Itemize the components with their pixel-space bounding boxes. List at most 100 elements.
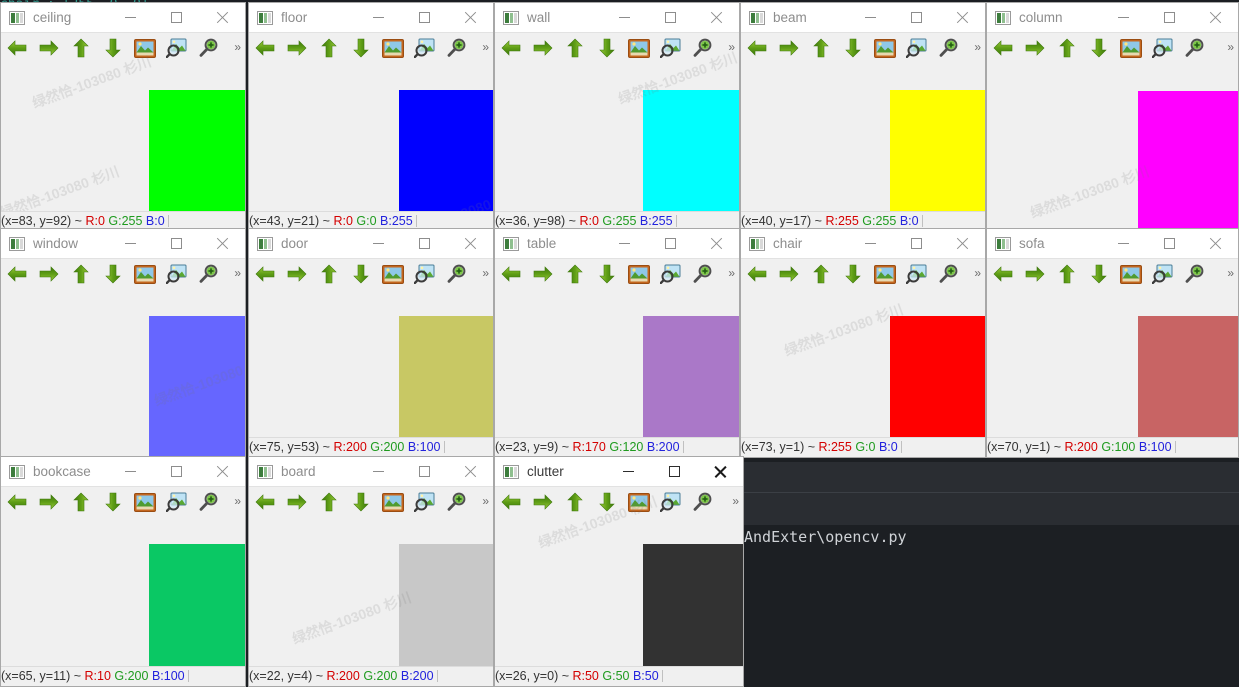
back-arrow-icon[interactable] (741, 261, 773, 287)
close-button[interactable] (199, 457, 245, 487)
back-arrow-icon[interactable] (1, 261, 33, 287)
minimize-button[interactable] (601, 3, 647, 33)
title-bar[interactable]: beam (741, 3, 985, 33)
maximize-button[interactable] (401, 3, 447, 33)
image-viewer-window-table[interactable]: table » 绿然恰-103080 杉川(x=23, y=9) ~ R:170 G… (494, 228, 740, 458)
close-button[interactable] (939, 3, 985, 33)
zoom-fit-icon[interactable] (1147, 35, 1179, 61)
image-viewer-window-door[interactable]: door » (x=75, y=53) ~ R:200 G:200 B:100 (248, 228, 494, 458)
zoom-fit-icon[interactable] (409, 261, 441, 287)
forward-arrow-icon[interactable] (33, 35, 65, 61)
zoom-fit-icon[interactable] (161, 261, 193, 287)
up-arrow-icon[interactable] (559, 489, 591, 515)
toolbar-overflow-button[interactable]: » (482, 266, 489, 280)
maximize-button[interactable] (893, 229, 939, 259)
down-arrow-icon[interactable] (345, 35, 377, 61)
forward-arrow-icon[interactable] (527, 489, 559, 515)
toolbar-overflow-button[interactable]: » (234, 494, 241, 508)
back-arrow-icon[interactable] (1, 489, 33, 515)
title-bar[interactable]: column (987, 3, 1238, 33)
close-button[interactable] (697, 457, 743, 487)
minimize-button[interactable] (1100, 229, 1146, 259)
image-canvas[interactable]: 绿然恰-103080 杉川 (495, 49, 739, 231)
image-viewer-window-floor[interactable]: floor » 绿然恰-103080 杉川(x=43, y=21) ~ R:0 G:… (248, 2, 494, 232)
maximize-button[interactable] (401, 457, 447, 487)
image-icon[interactable] (1115, 261, 1147, 287)
forward-arrow-icon[interactable] (773, 35, 805, 61)
image-canvas[interactable]: 绿然恰-103080 杉川 (741, 290, 985, 457)
back-arrow-icon[interactable] (249, 489, 281, 515)
back-arrow-icon[interactable] (495, 261, 527, 287)
image-viewer-window-bookcase[interactable]: bookcase » (x=65, y=11) ~ R:10 G:200 B:100 (0, 456, 246, 687)
zoom-in-icon[interactable] (687, 35, 719, 61)
down-arrow-icon[interactable] (97, 35, 129, 61)
image-viewer-window-sofa[interactable]: sofa » 绿然恰-103080 杉川(x=70, y=1) ~ R:200 G:… (986, 228, 1239, 458)
toolbar-overflow-button[interactable]: » (728, 266, 735, 280)
zoom-fit-icon[interactable] (1147, 261, 1179, 287)
down-arrow-icon[interactable] (837, 35, 869, 61)
zoom-in-icon[interactable] (441, 261, 473, 287)
minimize-button[interactable] (847, 3, 893, 33)
toolbar-overflow-button[interactable]: » (234, 40, 241, 54)
down-arrow-icon[interactable] (1083, 261, 1115, 287)
zoom-in-icon[interactable] (1179, 261, 1211, 287)
down-arrow-icon[interactable] (1083, 35, 1115, 61)
image-viewer-window-beam[interactable]: beam » (x=40, y=17) ~ R:255 G:255 B:0 (740, 2, 986, 232)
image-viewer-window-column[interactable]: column » 绿然恰-103080 杉川 (986, 2, 1239, 230)
image-icon[interactable] (623, 489, 655, 515)
minimize-button[interactable] (107, 3, 153, 33)
back-arrow-icon[interactable] (249, 261, 281, 287)
zoom-in-icon[interactable] (687, 489, 719, 515)
title-bar[interactable]: door (249, 229, 493, 259)
forward-arrow-icon[interactable] (1019, 35, 1051, 61)
back-arrow-icon[interactable] (495, 489, 527, 515)
zoom-fit-icon[interactable] (409, 35, 441, 61)
zoom-fit-icon[interactable] (161, 489, 193, 515)
up-arrow-icon[interactable] (805, 35, 837, 61)
down-arrow-icon[interactable] (591, 489, 623, 515)
image-icon[interactable] (377, 489, 409, 515)
up-arrow-icon[interactable] (313, 261, 345, 287)
title-bar[interactable]: bookcase (1, 457, 245, 487)
forward-arrow-icon[interactable] (281, 35, 313, 61)
forward-arrow-icon[interactable] (281, 489, 313, 515)
zoom-fit-icon[interactable] (655, 35, 687, 61)
up-arrow-icon[interactable] (805, 261, 837, 287)
zoom-in-icon[interactable] (933, 261, 965, 287)
close-button[interactable] (939, 229, 985, 259)
image-icon[interactable] (869, 35, 901, 61)
image-icon[interactable] (377, 261, 409, 287)
maximize-button[interactable] (401, 229, 447, 259)
minimize-button[interactable] (107, 229, 153, 259)
image-viewer-window-ceiling[interactable]: ceiling » 绿然恰-103080 杉川 绿然恰-103080 杉川 (x=83,… (0, 2, 246, 232)
image-viewer-window-wall[interactable]: wall » 绿然恰-103080 杉川 (x=36, y=98) ~ R:0 G:2… (494, 2, 740, 232)
close-button[interactable] (693, 3, 739, 33)
title-bar[interactable]: wall (495, 3, 739, 33)
toolbar-overflow-button[interactable]: » (1227, 266, 1234, 280)
down-arrow-icon[interactable] (345, 489, 377, 515)
forward-arrow-icon[interactable] (1019, 261, 1051, 287)
title-bar[interactable]: sofa (987, 229, 1238, 259)
image-canvas[interactable] (1, 518, 245, 686)
image-canvas[interactable]: 绿然恰-103080 杉川 (987, 290, 1238, 457)
minimize-button[interactable] (355, 229, 401, 259)
down-arrow-icon[interactable] (97, 489, 129, 515)
image-canvas[interactable]: 绿然恰-103080 杉川 (1, 290, 245, 457)
image-icon[interactable] (129, 35, 161, 61)
down-arrow-icon[interactable] (591, 261, 623, 287)
up-arrow-icon[interactable] (65, 489, 97, 515)
zoom-in-icon[interactable] (441, 35, 473, 61)
maximize-button[interactable] (647, 229, 693, 259)
title-bar[interactable]: clutter (495, 457, 743, 487)
back-arrow-icon[interactable] (987, 261, 1019, 287)
back-arrow-icon[interactable] (741, 35, 773, 61)
image-icon[interactable] (129, 261, 161, 287)
image-icon[interactable] (623, 261, 655, 287)
toolbar-overflow-button[interactable]: » (974, 40, 981, 54)
zoom-in-icon[interactable] (1179, 35, 1211, 61)
minimize-button[interactable] (355, 3, 401, 33)
title-bar[interactable]: board (249, 457, 493, 487)
maximize-button[interactable] (893, 3, 939, 33)
up-arrow-icon[interactable] (1051, 261, 1083, 287)
zoom-in-icon[interactable] (193, 261, 225, 287)
